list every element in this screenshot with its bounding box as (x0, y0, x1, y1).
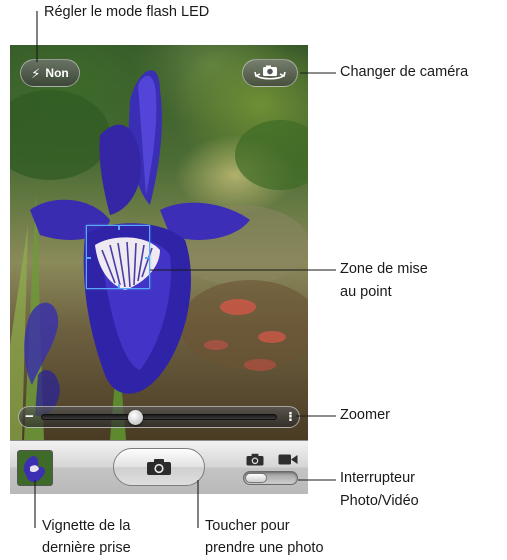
switch-camera-callout-label: Changer de caméra (340, 64, 469, 80)
callout-leader-lines (34, 11, 336, 528)
thumbnail-callout-label-line2: dernière prise (42, 540, 131, 556)
focus-callout-label-line1: Zone de mise (340, 261, 428, 277)
shutter-callout-label-line2: prendre une photo (205, 540, 324, 556)
thumbnail-callout-label-line1: Vignette de la (42, 518, 131, 534)
switch-callout-label-line1: Interrupteur (340, 470, 415, 486)
switch-callout-label-line2: Photo/Vidéo (340, 493, 419, 509)
focus-callout-label-line2: au point (340, 284, 392, 300)
zoom-callout-label: Zoomer (340, 407, 390, 423)
flash-callout-label: Régler le mode flash LED (44, 4, 210, 20)
shutter-callout-label-line1: Toucher pour (205, 518, 290, 534)
